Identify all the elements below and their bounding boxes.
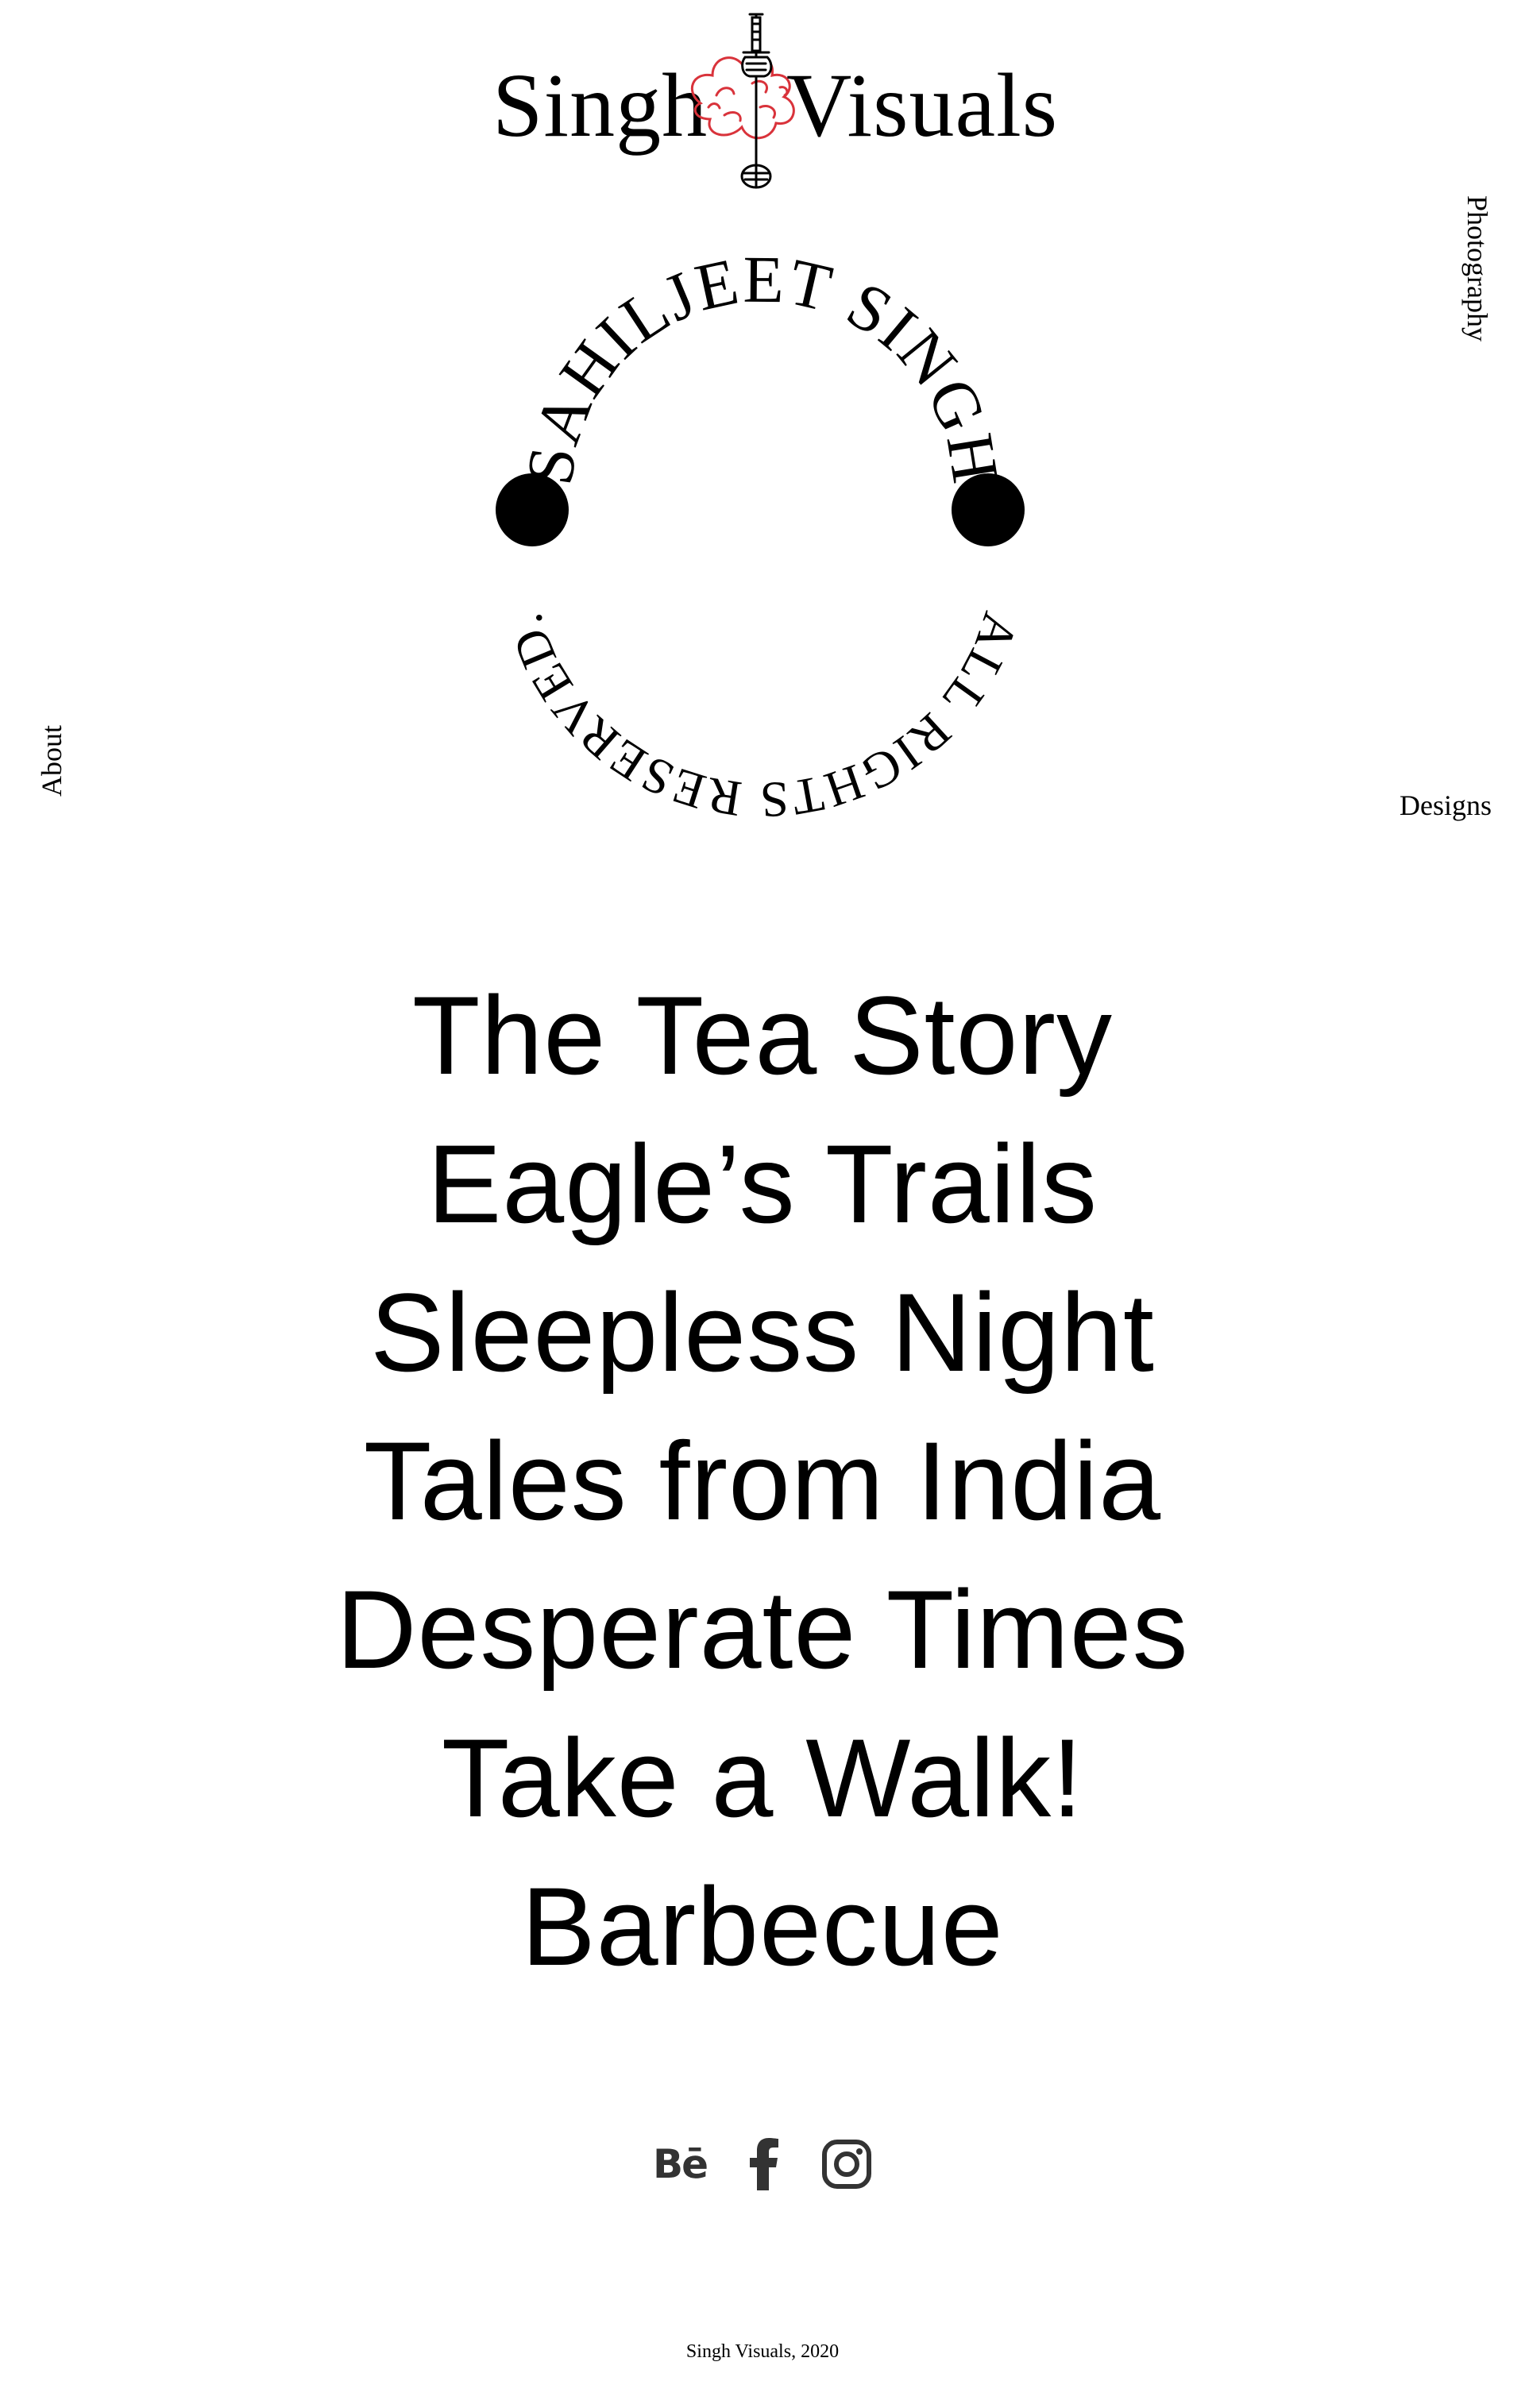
- nav-designs-link[interactable]: Designs: [1400, 791, 1492, 820]
- badge-left-dot: [496, 473, 569, 546]
- project-link-barbecue[interactable]: Barbecue: [0, 1852, 1525, 2001]
- project-link-desperate-times[interactable]: Desperate Times: [0, 1555, 1525, 1704]
- instagram-link[interactable]: [821, 2136, 872, 2192]
- project-link-eagles-trails[interactable]: Eagle’s Trails: [0, 1109, 1525, 1258]
- behance-link[interactable]: Bē: [652, 2136, 708, 2192]
- facebook-icon: [750, 2138, 779, 2190]
- facebook-link[interactable]: [748, 2136, 780, 2192]
- project-link-the-tea-story[interactable]: The Tea Story: [0, 961, 1525, 1109]
- nav-about-link[interactable]: About: [36, 717, 68, 805]
- site-logo[interactable]: Singh Visuals: [492, 8, 1057, 199]
- footer-copyright: Singh Visuals, 2020: [685, 2341, 840, 2362]
- project-list: The Tea Story Eagle’s Trails Sleepless N…: [0, 961, 1525, 2001]
- logo-word-visuals: Visuals: [786, 55, 1059, 156]
- circular-signature-badge: SAHILJEET SINGH ALL RIGHTS RESERVED.: [496, 254, 1029, 826]
- logo-word-singh: Singh: [492, 55, 708, 156]
- project-link-tales-from-india[interactable]: Tales from India: [0, 1407, 1525, 1555]
- badge-right-dot: [952, 473, 1025, 546]
- badge-bottom-text: ALL RIGHTS RESERVED.: [496, 606, 1029, 826]
- project-link-sleepless-night[interactable]: Sleepless Night: [0, 1258, 1525, 1407]
- instagram-icon: [822, 2140, 872, 2189]
- project-link-take-a-walk[interactable]: Take a Walk!: [0, 1704, 1525, 1852]
- badge-top-text: SAHILJEET SINGH: [512, 254, 1013, 489]
- social-links: Bē: [0, 2136, 1525, 2192]
- nav-photography-link[interactable]: Photography: [1461, 189, 1493, 348]
- behance-icon: Bē: [652, 2141, 708, 2187]
